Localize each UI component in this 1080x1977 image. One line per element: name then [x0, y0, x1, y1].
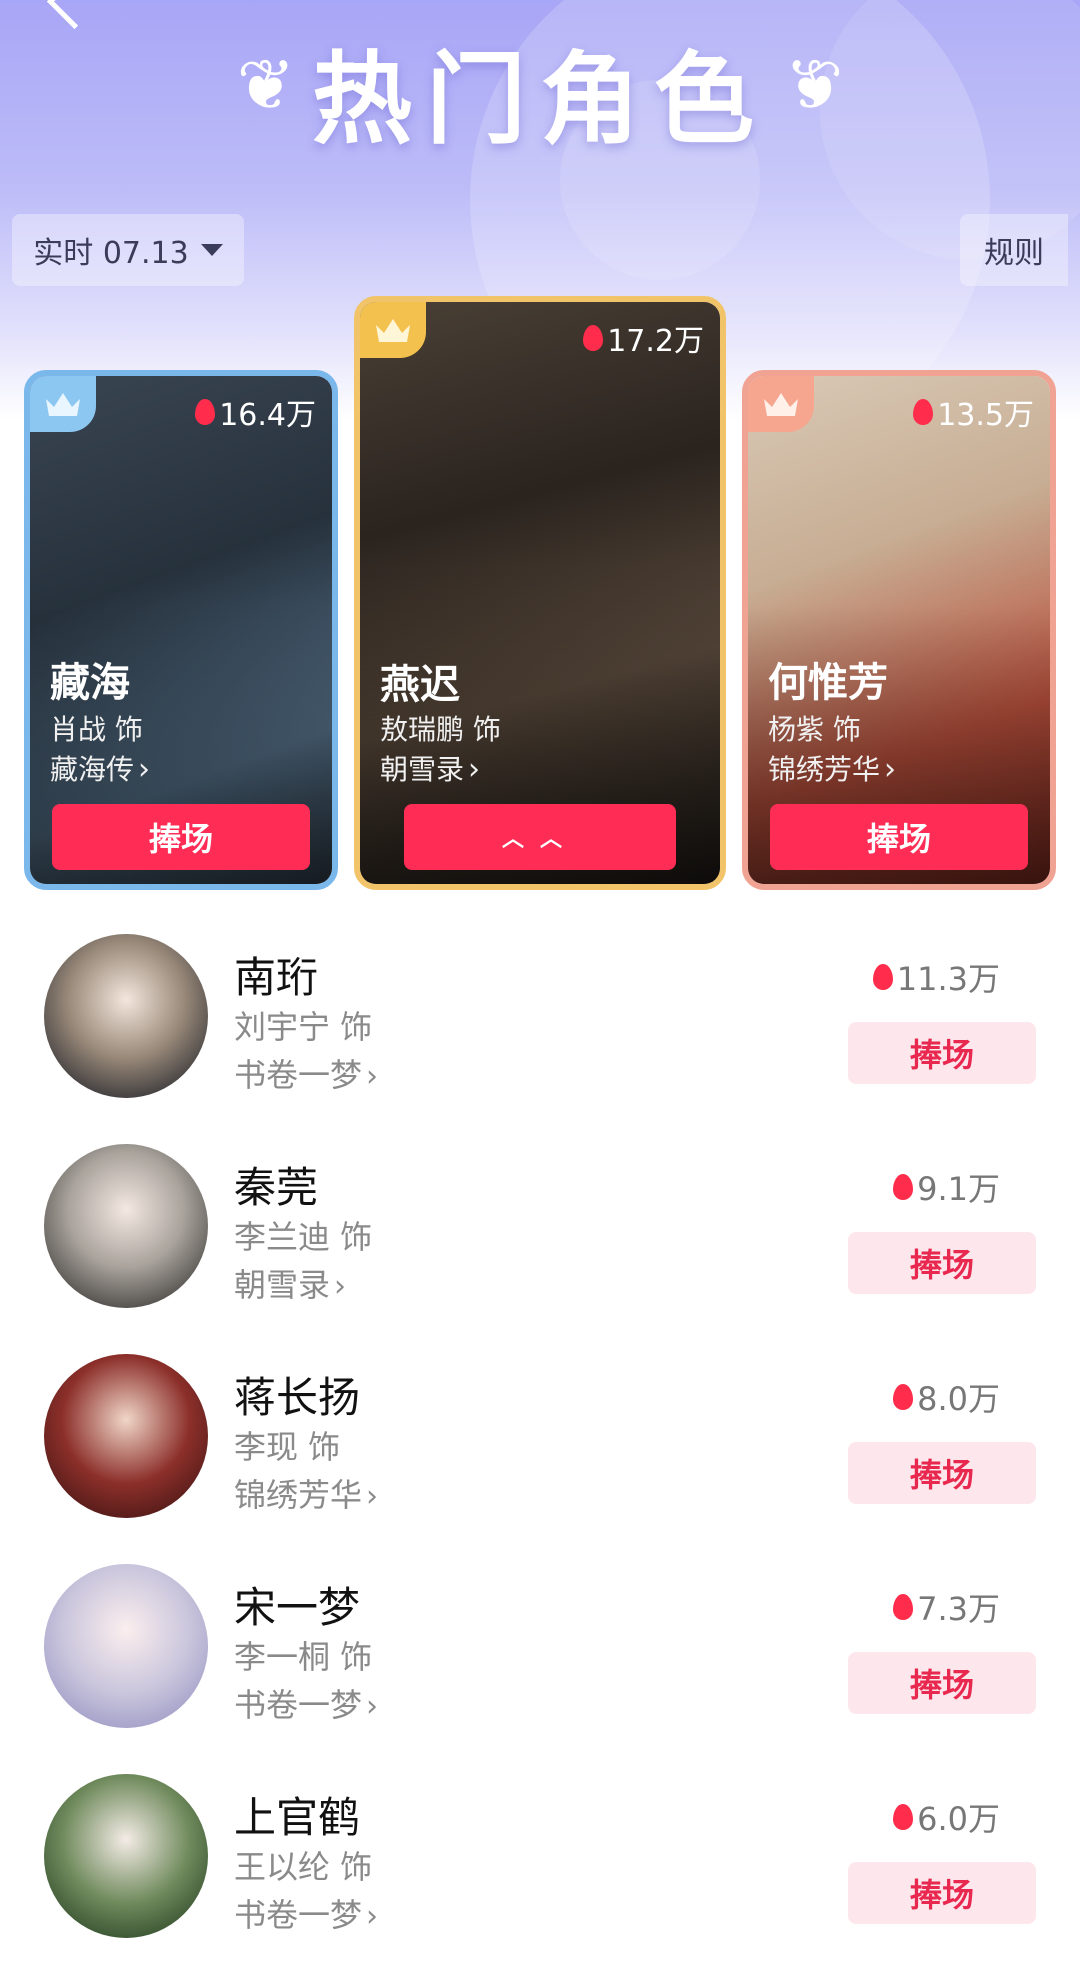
- crown-icon: [748, 376, 814, 432]
- heat-value: 11.3万: [896, 960, 1000, 998]
- avatar: [44, 1564, 208, 1728]
- heat-value: 16.4万: [219, 398, 316, 433]
- heat-value: 6.0万: [917, 1800, 1000, 1838]
- heat-count: 6.0万: [893, 1794, 1000, 1840]
- avatar: [44, 1774, 208, 1938]
- list-item[interactable]: 南珩 刘宇宁 饰 书卷一梦 › 11.3万 捧场: [0, 934, 1080, 1104]
- drama-title: 锦绣芳华: [234, 1476, 363, 1514]
- role-name: 何惟芳: [768, 660, 888, 706]
- heat-value: 13.5万: [937, 398, 1034, 433]
- heat-count: 17.2万: [583, 316, 704, 360]
- rules-label: 规则: [984, 236, 1044, 271]
- actor-name: 王以纶 饰: [234, 1848, 373, 1886]
- cheer-button[interactable]: 捧场: [848, 1862, 1036, 1924]
- avatar: [44, 1354, 208, 1518]
- cheer-button[interactable]: 捧场: [52, 804, 310, 870]
- drama-title: 书卷一梦: [234, 1056, 363, 1094]
- actor-name: 李一桐 饰: [234, 1638, 373, 1676]
- loading-dots-icon: ︿︿: [501, 827, 578, 852]
- avatar: [44, 934, 208, 1098]
- flame-icon: [893, 1594, 914, 1620]
- drama-link[interactable]: 藏海传 ›: [50, 748, 150, 788]
- list-item[interactable]: 秦莞 李兰迪 饰 朝雪录 › 9.1万 捧场: [0, 1144, 1080, 1314]
- caret-down-icon: [200, 244, 223, 256]
- role-name: 蒋长扬: [234, 1373, 361, 1422]
- drama-link[interactable]: 朝雪录 ›: [234, 1260, 346, 1306]
- drama-link[interactable]: 朝雪录 ›: [380, 748, 480, 788]
- actor-name: 肖战 饰: [50, 713, 143, 746]
- flame-icon: [872, 964, 893, 990]
- role-name: 上官鹤: [234, 1793, 361, 1842]
- drama-link[interactable]: 书卷一梦 ›: [234, 1050, 378, 1096]
- chevron-right-icon: ›: [468, 752, 481, 787]
- top-card-rank-2[interactable]: 16.4万 藏海 肖战 饰 藏海传 › 捧场: [24, 370, 338, 890]
- cheer-button[interactable]: 捧场: [848, 1442, 1036, 1504]
- flame-icon: [893, 1384, 914, 1410]
- cheer-button[interactable]: ︿︿: [404, 804, 676, 870]
- role-name: 藏海: [50, 660, 130, 706]
- chevron-right-icon: ›: [366, 1689, 379, 1724]
- top-card-rank-3[interactable]: 13.5万 何惟芳 杨紫 饰 锦绣芳华 › 捧场: [742, 370, 1056, 890]
- actor-name: 敖瑞鹏 饰: [380, 713, 501, 746]
- flame-icon: [583, 325, 604, 351]
- heat-value: 17.2万: [607, 324, 704, 359]
- drama-title: 书卷一梦: [234, 1686, 363, 1724]
- heat-count: 7.3万: [893, 1584, 1000, 1630]
- date-filter-dropdown[interactable]: 实时 07.13: [12, 214, 244, 286]
- list-item[interactable]: 蒋长扬 李现 饰 锦绣芳华 › 8.0万 捧场: [0, 1354, 1080, 1524]
- drama-title: 藏海传: [50, 753, 135, 786]
- heat-count: 11.3万: [872, 954, 1000, 1000]
- heat-count: 9.1万: [893, 1164, 1000, 1210]
- heat-count: 8.0万: [893, 1374, 1000, 1420]
- crown-icon: [30, 376, 96, 432]
- flame-icon: [913, 399, 934, 425]
- cheer-button[interactable]: 捧场: [770, 804, 1028, 870]
- drama-link[interactable]: 锦绣芳华 ›: [234, 1470, 378, 1516]
- chevron-right-icon: ›: [884, 752, 897, 787]
- role-name: 燕迟: [380, 662, 460, 708]
- heat-count: 16.4万: [195, 390, 316, 434]
- heat-count: 13.5万: [913, 390, 1034, 434]
- actor-name: 李兰迪 饰: [234, 1218, 373, 1256]
- date-filter-label: 实时 07.13: [33, 236, 189, 271]
- chevron-right-icon: ›: [366, 1059, 379, 1094]
- cheer-button[interactable]: 捧场: [848, 1232, 1036, 1294]
- chevron-right-icon: ›: [366, 1899, 379, 1934]
- heat-value: 9.1万: [917, 1170, 1000, 1208]
- role-name: 南珩: [234, 953, 319, 1002]
- heat-value: 8.0万: [917, 1380, 1000, 1418]
- list-item[interactable]: 宋一梦 李一桐 饰 书卷一梦 › 7.3万 捧场: [0, 1564, 1080, 1734]
- actor-name: 杨紫 饰: [768, 713, 861, 746]
- drama-title: 朝雪录: [380, 753, 465, 786]
- drama-link[interactable]: 书卷一梦 ›: [234, 1680, 378, 1726]
- drama-title: 朝雪录: [234, 1266, 331, 1304]
- page-title: 热门角色: [312, 41, 768, 158]
- chevron-right-icon: ›: [366, 1479, 379, 1514]
- list-item[interactable]: 上官鹤 王以纶 饰 书卷一梦 › 6.0万 捧场: [0, 1774, 1080, 1944]
- drama-title: 书卷一梦: [234, 1896, 363, 1934]
- flame-icon: [195, 399, 216, 425]
- chevron-right-icon: ›: [334, 1269, 347, 1304]
- drama-title: 锦绣芳华: [768, 753, 881, 786]
- flame-icon: [893, 1804, 914, 1830]
- actor-name: 刘宇宁 饰: [234, 1008, 373, 1046]
- rules-button[interactable]: 规则: [960, 214, 1068, 286]
- cheer-button[interactable]: 捧场: [848, 1652, 1036, 1714]
- drama-link[interactable]: 书卷一梦 ›: [234, 1890, 378, 1936]
- top-card-rank-1[interactable]: 17.2万 燕迟 敖瑞鹏 饰 朝雪录 › ︿︿: [354, 296, 726, 890]
- role-name: 宋一梦: [234, 1583, 361, 1632]
- drama-link[interactable]: 锦绣芳华 ›: [768, 748, 896, 788]
- heat-value: 7.3万: [917, 1590, 1000, 1628]
- actor-name: 李现 饰: [234, 1428, 341, 1466]
- cheer-button[interactable]: 捧场: [848, 1022, 1036, 1084]
- avatar: [44, 1144, 208, 1308]
- chevron-right-icon: ›: [138, 752, 151, 787]
- role-name: 秦莞: [234, 1163, 319, 1212]
- crown-icon: [360, 302, 426, 358]
- flame-icon: [893, 1174, 914, 1200]
